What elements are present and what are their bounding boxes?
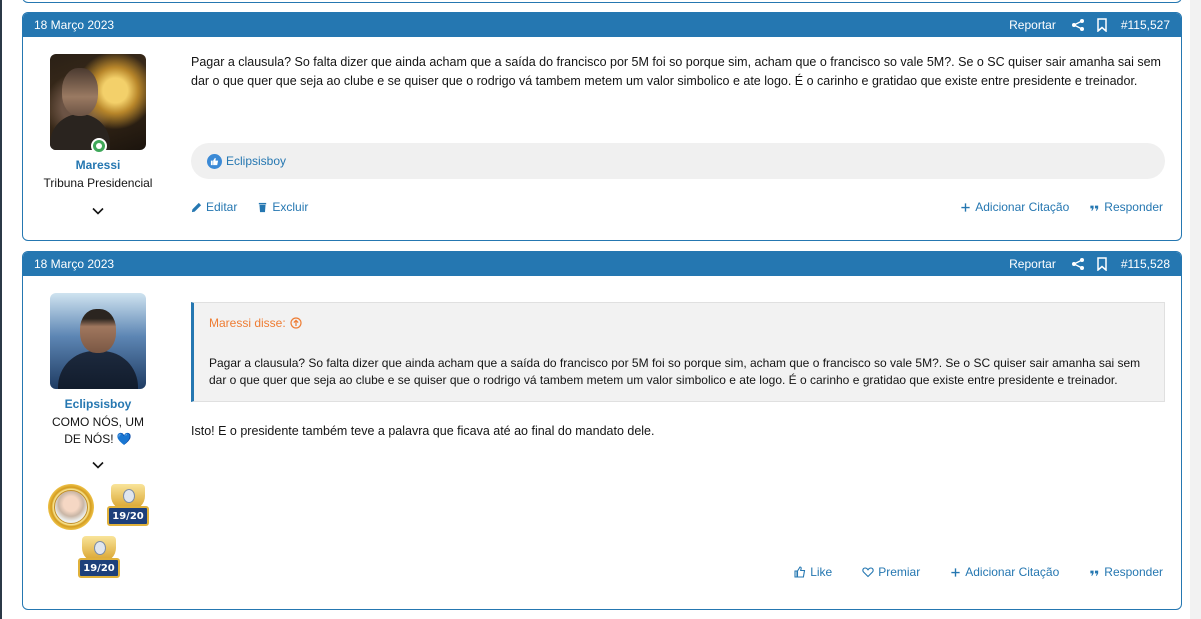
delete-button[interactable]: Excluir xyxy=(257,200,308,214)
badge-trophy-1920[interactable]: 19/20 xyxy=(76,534,122,584)
like-button[interactable]: Like xyxy=(794,565,832,579)
edit-label: Editar xyxy=(206,200,238,214)
post-115528: 18 Março 2023 Reportar #115,528 Eclipsis… xyxy=(22,251,1182,610)
plus-icon xyxy=(960,202,971,213)
username[interactable]: Maressi xyxy=(23,158,173,172)
quote-icon xyxy=(1089,202,1100,213)
add-quote-label: Adicionar Citação xyxy=(975,200,1070,214)
post-message: Isto! E o presidente também teve a palav… xyxy=(191,424,655,438)
reply-button[interactable]: Responder xyxy=(1089,200,1163,214)
post-message: Pagar a clausula? So falta dizer que ain… xyxy=(191,55,1161,88)
chevron-down-icon[interactable] xyxy=(91,204,105,218)
post-115527: 18 Março 2023 Reportar #115,527 Maressi … xyxy=(22,12,1182,241)
like-label: Like xyxy=(810,565,833,579)
trophy-label: 19/20 xyxy=(78,558,120,578)
share-icon[interactable] xyxy=(1071,18,1085,32)
quote-block: Maressi disse: Pagar a clausula? So falt… xyxy=(191,302,1165,402)
award-button[interactable]: Premiar xyxy=(862,565,920,579)
award-label: Premiar xyxy=(878,565,921,579)
add-quote-label: Adicionar Citação xyxy=(965,565,1060,579)
post-number[interactable]: #115,528 xyxy=(1121,257,1170,271)
post-header: 18 Março 2023 Reportar #115,527 xyxy=(23,13,1181,37)
username[interactable]: Eclipsisboy xyxy=(23,397,173,411)
heart-icon xyxy=(862,566,874,578)
reactions-bar[interactable]: Eclipsisboy xyxy=(191,143,1165,179)
arrow-up-circle-icon xyxy=(290,317,302,329)
share-icon[interactable] xyxy=(1071,257,1085,271)
post-header: 18 Março 2023 Reportar #115,528 xyxy=(23,252,1181,276)
bookmark-icon[interactable] xyxy=(1095,18,1109,32)
window-left-edge xyxy=(0,0,2,619)
quote-author: Maressi disse: xyxy=(209,316,286,330)
reaction-user[interactable]: Eclipsisboy xyxy=(226,154,286,168)
online-indicator-icon xyxy=(91,138,107,154)
badge-president-medal[interactable] xyxy=(48,484,94,530)
avatar[interactable] xyxy=(50,293,146,389)
trophy-label: 19/20 xyxy=(107,506,149,526)
report-link[interactable]: Reportar xyxy=(1009,257,1056,271)
trash-icon xyxy=(257,202,268,213)
quote-icon xyxy=(1089,567,1100,578)
report-link[interactable]: Reportar xyxy=(1009,18,1056,32)
pencil-icon xyxy=(191,202,202,213)
scrollbar-track[interactable] xyxy=(1190,0,1201,619)
user-info: Eclipsisboy COMO NÓS, UM DE NÓS! 💙 xyxy=(23,293,173,472)
like-reaction-icon xyxy=(207,153,222,169)
thumbs-up-icon xyxy=(794,566,806,578)
previous-post-edge xyxy=(22,0,1182,3)
edit-button[interactable]: Editar xyxy=(191,200,237,214)
badge-trophy-1920[interactable]: 19/20 xyxy=(105,482,151,532)
add-quote-button[interactable]: Adicionar Citação xyxy=(960,200,1069,214)
quote-author-link[interactable]: Maressi disse: xyxy=(209,316,302,330)
avatar[interactable] xyxy=(50,54,146,150)
bookmark-icon[interactable] xyxy=(1095,257,1109,271)
reply-label: Responder xyxy=(1104,565,1163,579)
reply-button[interactable]: Responder xyxy=(1089,565,1163,579)
post-number[interactable]: #115,527 xyxy=(1121,18,1170,32)
chevron-down-icon[interactable] xyxy=(91,458,105,472)
user-title: Tribuna Presidencial xyxy=(43,176,153,190)
delete-label: Excluir xyxy=(272,200,309,214)
post-date[interactable]: 18 Março 2023 xyxy=(34,18,114,32)
user-title: COMO NÓS, UM DE NÓS! 💙 xyxy=(52,415,144,446)
add-quote-button[interactable]: Adicionar Citação xyxy=(950,565,1059,579)
quote-text: Pagar a clausula? So falta dizer que ain… xyxy=(209,356,1141,387)
user-info: Maressi Tribuna Presidencial xyxy=(23,54,173,218)
reply-label: Responder xyxy=(1104,200,1163,214)
post-actions: Editar Excluir Adicionar Citação Respond… xyxy=(191,200,1163,214)
plus-icon xyxy=(950,567,961,578)
post-date[interactable]: 18 Março 2023 xyxy=(34,257,114,271)
post-actions: Like Premiar Adicionar Citação Responder xyxy=(191,565,1163,579)
